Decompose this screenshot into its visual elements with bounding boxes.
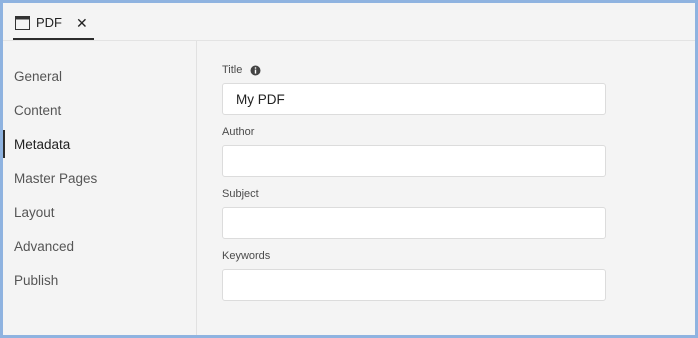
title-label: Title: [222, 64, 261, 76]
author-field[interactable]: [222, 145, 606, 177]
sidebar: General Content Metadata Master Pages La…: [3, 41, 197, 335]
sidebar-item-label: Content: [14, 102, 62, 118]
keywords-label: Keywords: [222, 250, 270, 262]
sidebar-item-publish[interactable]: Publish: [3, 264, 196, 296]
tab-pdf[interactable]: PDF ✕: [13, 7, 94, 40]
title-label-text: Title: [222, 64, 243, 76]
sidebar-item-layout[interactable]: Layout: [3, 196, 196, 228]
sidebar-item-label: Layout: [14, 204, 55, 220]
sidebar-item-label: Publish: [14, 272, 59, 288]
keywords-label-text: Keywords: [222, 250, 271, 262]
author-label-text: Author: [222, 126, 255, 138]
tab-label: PDF: [36, 15, 62, 30]
metadata-form: Title Author Subject Keywords: [198, 41, 695, 335]
subject-field[interactable]: [222, 207, 606, 239]
sidebar-item-metadata[interactable]: Metadata: [3, 128, 196, 160]
sidebar-item-label: Metadata: [14, 136, 71, 152]
tab-bar: PDF ✕: [3, 3, 695, 41]
author-label: Author: [222, 126, 254, 138]
sidebar-item-advanced[interactable]: Advanced: [3, 230, 196, 262]
title-field[interactable]: [222, 83, 606, 115]
subject-label: Subject: [222, 188, 259, 200]
sidebar-item-master-pages[interactable]: Master Pages: [3, 162, 196, 194]
subject-label-text: Subject: [222, 188, 259, 200]
close-icon[interactable]: ✕: [76, 16, 88, 30]
sidebar-item-general[interactable]: General: [3, 60, 196, 92]
sidebar-item-label: Advanced: [14, 238, 75, 254]
pdf-settings-window: PDF ✕ General Content Metadata Master Pa…: [3, 3, 695, 335]
sidebar-item-label: Master Pages: [14, 170, 98, 186]
document-window-icon: [15, 15, 30, 30]
info-icon[interactable]: [250, 65, 261, 76]
sidebar-item-label: General: [14, 68, 63, 84]
keywords-field[interactable]: [222, 269, 606, 301]
sidebar-item-content[interactable]: Content: [3, 94, 196, 126]
